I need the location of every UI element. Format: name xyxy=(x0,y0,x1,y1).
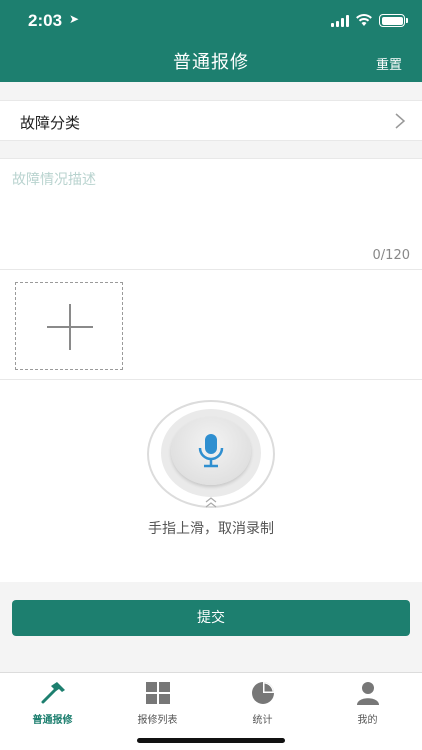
record-voice-button[interactable] xyxy=(171,417,251,485)
hammer-icon xyxy=(41,682,65,704)
submit-button[interactable]: 提交 xyxy=(12,600,410,636)
user-icon xyxy=(357,682,379,705)
plus-icon-vertical xyxy=(69,304,71,350)
pie-chart-icon xyxy=(252,682,274,704)
tab-statistics[interactable]: 统计 xyxy=(210,679,315,727)
swipe-up-icon xyxy=(205,497,217,508)
description-input[interactable] xyxy=(12,169,410,239)
grid-icon xyxy=(146,682,170,704)
app-header: 2:03 ➤ 普通报修 重置 xyxy=(0,0,422,82)
description-char-counter: 0/120 xyxy=(372,248,410,263)
page-title: 普通报修 xyxy=(173,52,249,73)
home-indicator xyxy=(137,738,285,743)
microphone-icon xyxy=(198,434,224,468)
tab-mine[interactable]: 我的 xyxy=(315,679,420,727)
photo-section xyxy=(0,270,422,380)
cancel-recording-hint: 手指上滑，取消录制 xyxy=(148,521,274,537)
add-photo-button[interactable] xyxy=(15,282,123,370)
cellular-signal-icon xyxy=(331,15,351,27)
status-time: 2:03 xyxy=(28,11,63,30)
tab-label: 普通报修 xyxy=(32,715,73,726)
tab-label: 报修列表 xyxy=(137,715,178,726)
wifi-icon xyxy=(356,14,372,26)
voice-record-section: 手指上滑，取消录制 xyxy=(0,380,422,582)
tab-label: 统计 xyxy=(252,715,273,726)
reset-button[interactable]: 重置 xyxy=(376,54,402,73)
status-bar: 2:03 ➤ xyxy=(0,0,422,40)
fault-category-label: 故障分类 xyxy=(20,114,81,132)
fault-category-row[interactable]: 故障分类 xyxy=(0,100,422,141)
battery-icon xyxy=(379,14,405,27)
tab-label: 我的 xyxy=(357,715,378,726)
tab-repair-list[interactable]: 报修列表 xyxy=(105,679,210,727)
battery-tip xyxy=(406,18,408,23)
tab-normal-repair[interactable]: 普通报修 xyxy=(0,679,105,727)
location-arrow-icon: ➤ xyxy=(69,12,80,26)
chevron-right-icon xyxy=(395,113,406,129)
description-section: 0/120 xyxy=(0,158,422,270)
